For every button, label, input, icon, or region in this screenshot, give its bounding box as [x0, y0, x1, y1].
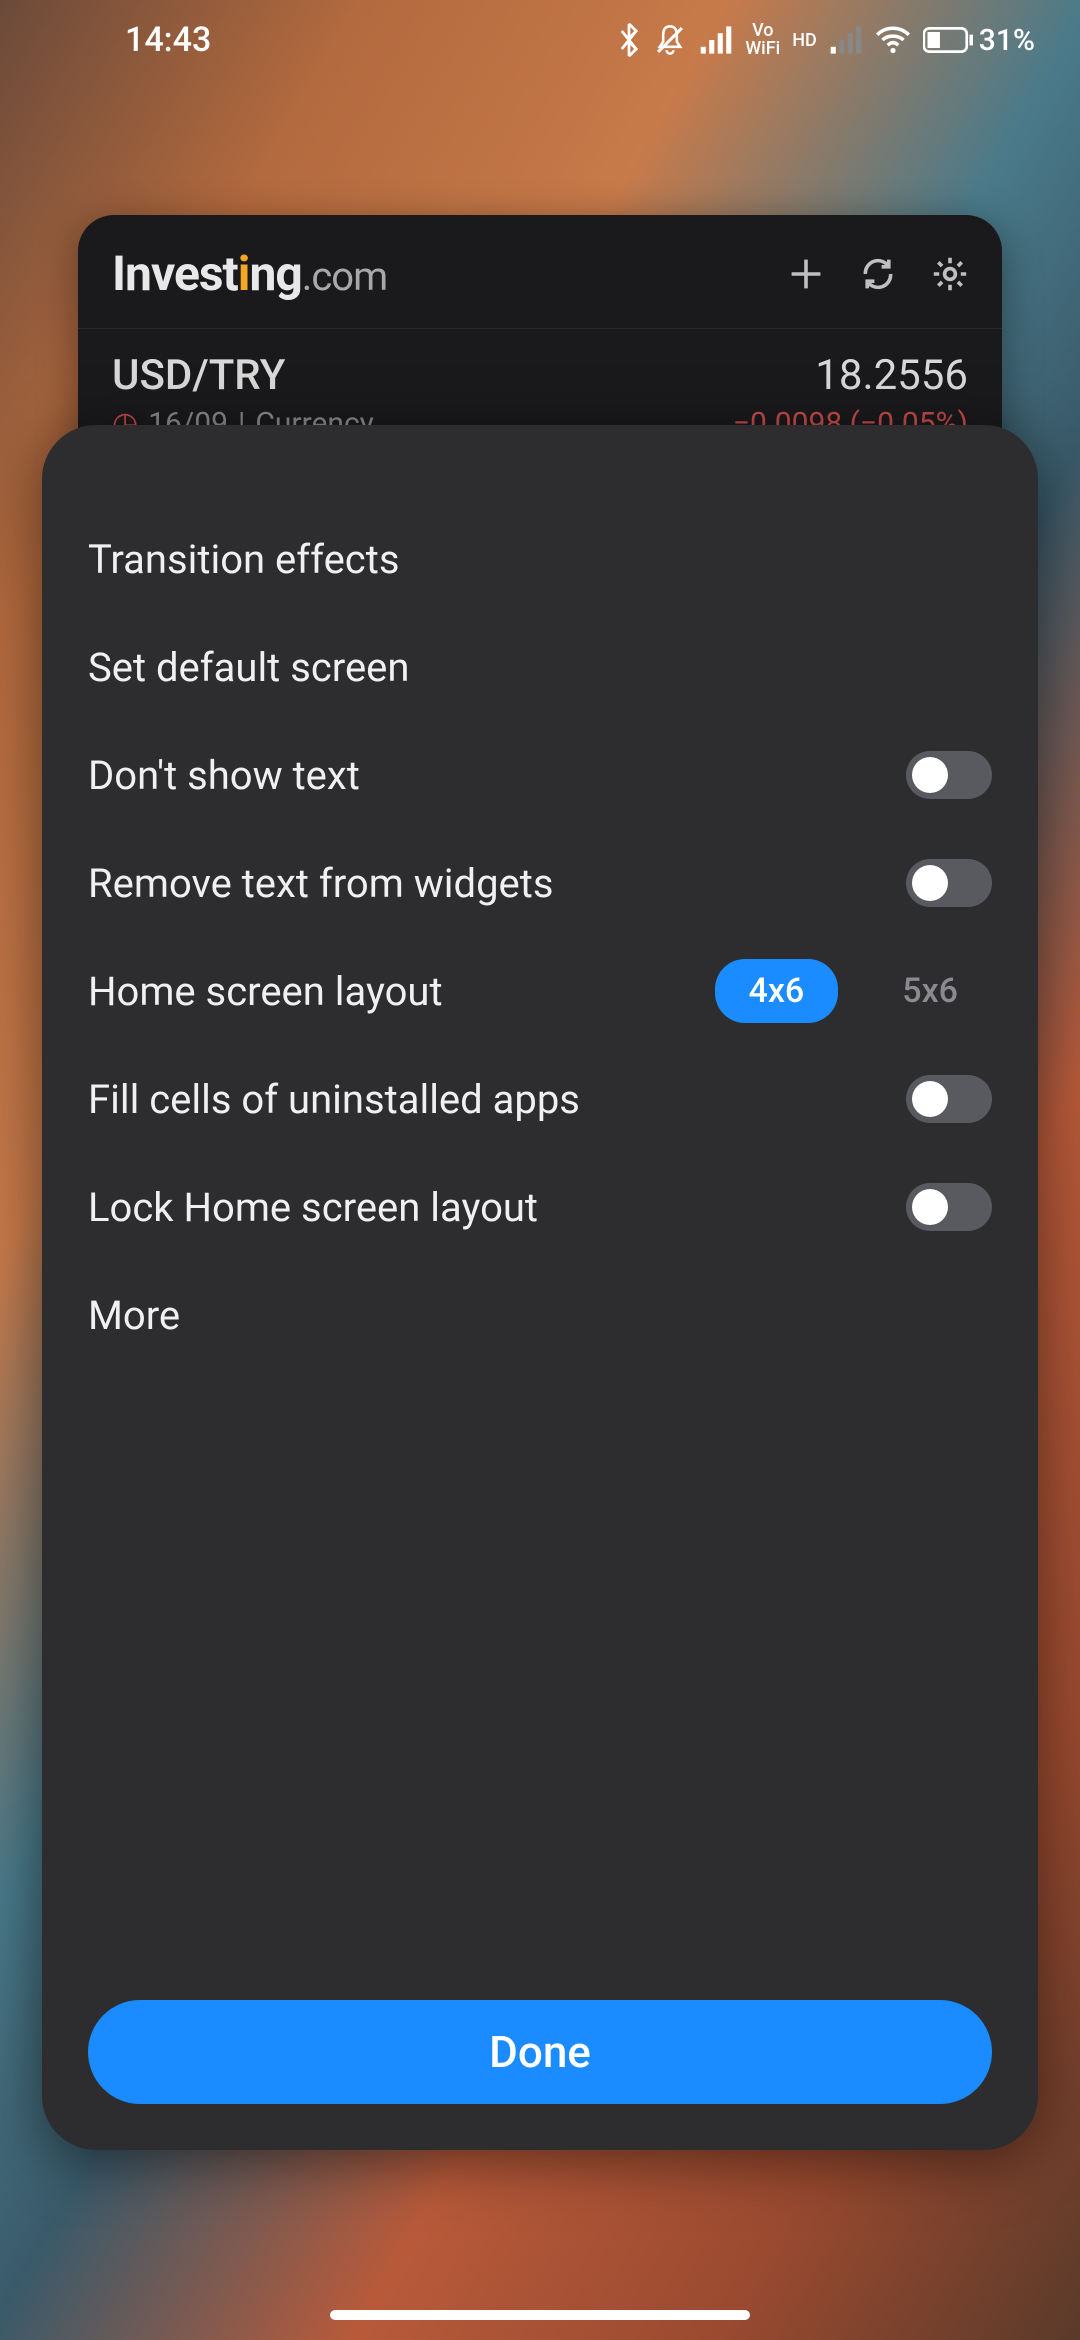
- toggle-fill-cells[interactable]: [906, 1075, 992, 1123]
- done-button[interactable]: Done: [88, 2000, 992, 2104]
- vowifi-label: Vo WiFi: [745, 22, 780, 58]
- option-transition-effects[interactable]: Transition effects: [88, 505, 992, 613]
- option-set-default-screen[interactable]: Set default screen: [88, 613, 992, 721]
- layout-pill-4x6[interactable]: 4x6: [715, 959, 839, 1023]
- nav-handle[interactable]: [330, 2310, 750, 2320]
- widget-brand: Investing.com: [112, 245, 387, 302]
- pair-name: USD/TRY: [112, 351, 374, 400]
- battery-icon: [923, 27, 973, 53]
- option-fill-cells[interactable]: Fill cells of uninstalled apps: [88, 1045, 992, 1153]
- add-icon[interactable]: [788, 256, 824, 292]
- option-remove-text-widgets[interactable]: Remove text from widgets: [88, 829, 992, 937]
- toggle-lock-layout[interactable]: [906, 1183, 992, 1231]
- wifi-icon: [875, 26, 911, 54]
- toggle-remove-text-widgets[interactable]: [906, 859, 992, 907]
- signal-icon: [699, 26, 733, 54]
- widget-header: Investing.com: [78, 215, 1002, 328]
- home-settings-sheet: Transition effects Set default screen Do…: [42, 425, 1038, 2150]
- option-lock-layout[interactable]: Lock Home screen layout: [88, 1153, 992, 1261]
- battery-percent: 31%: [979, 23, 1035, 58]
- layout-pill-5x6[interactable]: 5x6: [868, 959, 992, 1023]
- hd-label: HD: [792, 30, 817, 51]
- status-bar: 14:43 Vo WiFi HD 31%: [0, 0, 1080, 80]
- refresh-icon[interactable]: [860, 256, 896, 292]
- option-more[interactable]: More: [88, 1261, 992, 1369]
- option-home-screen-layout: Home screen layout 4x6 5x6: [88, 937, 992, 1045]
- gear-icon[interactable]: [932, 256, 968, 292]
- dnd-icon: [653, 23, 687, 57]
- battery-indicator: 31%: [923, 23, 1035, 58]
- signal-2-icon: [829, 26, 863, 54]
- toggle-dont-show-text[interactable]: [906, 751, 992, 799]
- status-time: 14:43: [45, 20, 211, 60]
- bluetooth-icon: [617, 22, 641, 58]
- status-icons: Vo WiFi HD 31%: [617, 22, 1035, 58]
- option-dont-show-text[interactable]: Don't show text: [88, 721, 992, 829]
- pair-price: 18.2556: [733, 351, 968, 400]
